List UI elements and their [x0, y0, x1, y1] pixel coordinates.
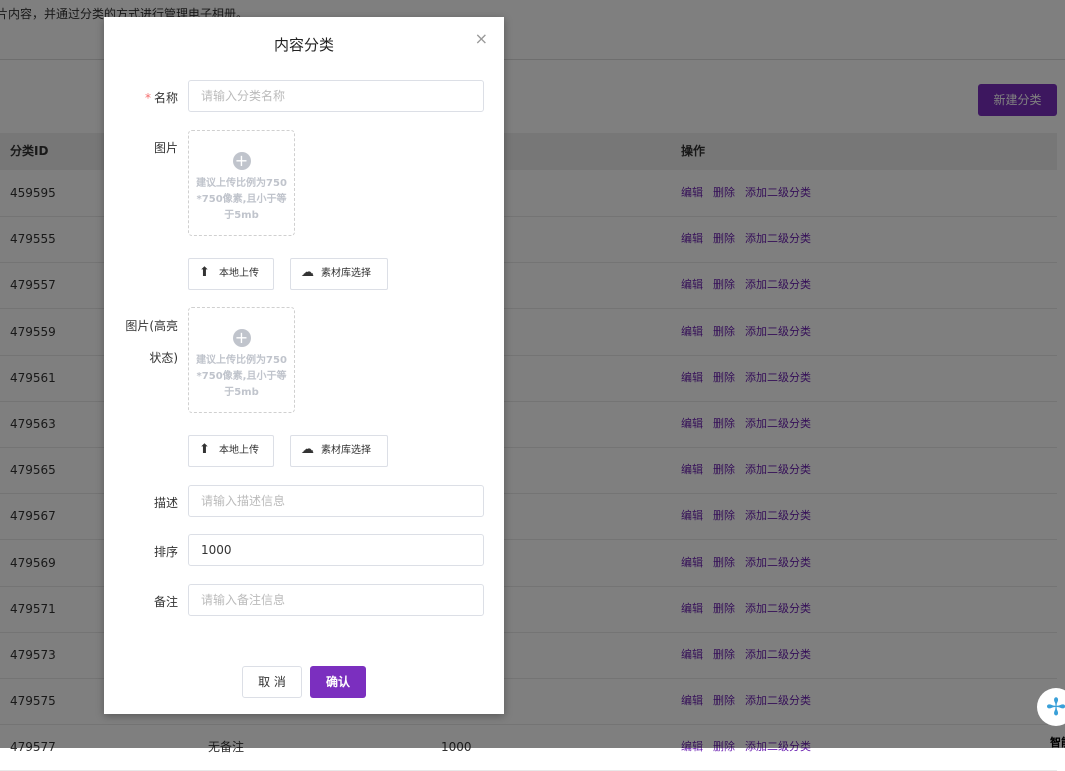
upload-icon: ⬆ [199, 442, 210, 457]
sort-label: 排序 [153, 545, 178, 559]
local-upload-button[interactable]: ⬆ 本地上传 [188, 258, 274, 290]
local-upload-button-2[interactable]: ⬆ 本地上传 [188, 435, 274, 467]
remark-input[interactable] [188, 584, 484, 616]
remark-label: 备注 [153, 595, 178, 609]
plus-icon: + [232, 329, 251, 347]
upload-icon: ⬆ [199, 265, 210, 280]
image-highlight-upload-area[interactable]: + 建议上传比例为750 *750像素,且小于等 于5mb [188, 307, 295, 413]
image-highlight-label: 图片(高亮 [125, 319, 178, 333]
cancel-button[interactable]: 取 消 [242, 666, 302, 698]
confirm-button[interactable]: 确认 [310, 666, 366, 698]
cloud-icon: ☁ [301, 442, 314, 457]
cloud-icon: ☁ [301, 265, 314, 280]
image-highlight-label-2: 状态) [149, 351, 178, 365]
name-input[interactable] [188, 80, 484, 112]
description-label: 描述 [153, 496, 178, 510]
dialog-title: 内容分类 [273, 36, 334, 54]
sort-input[interactable] [188, 534, 484, 566]
plus-icon: + [232, 152, 251, 170]
library-select-button[interactable]: ☁ 素材库选择 [290, 258, 388, 290]
name-label: * 名称 [144, 91, 178, 105]
library-select-button-2[interactable]: ☁ 素材库选择 [290, 435, 388, 467]
close-icon[interactable]: × [475, 29, 488, 48]
description-input[interactable] [188, 485, 484, 517]
image-label: 图片 [153, 141, 178, 155]
category-dialog: 内容分类 × *名称 图片 + 建议上传比例为750 *750像素,且小于等 于… [104, 17, 504, 714]
image-upload-area[interactable]: + 建议上传比例为750 *750像素,且小于等 于5mb [188, 130, 295, 236]
